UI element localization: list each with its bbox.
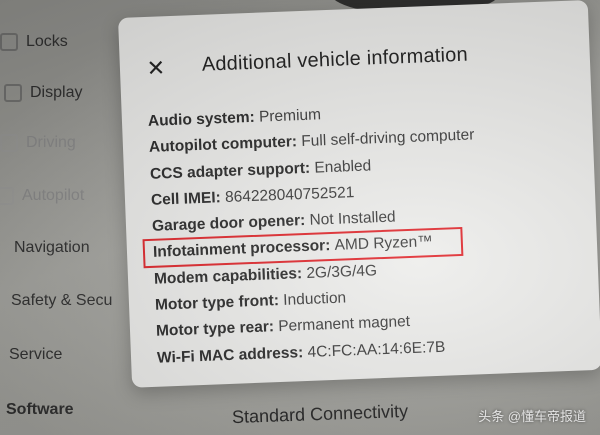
car-icon [0, 134, 18, 152]
info-value: 864228040752521 [224, 183, 355, 206]
info-value: Induction [282, 289, 347, 309]
display-icon [4, 84, 22, 102]
close-icon[interactable]: ✕ [144, 55, 169, 81]
menu-item-label: Driving [26, 134, 76, 151]
menu-item-label: Service [9, 346, 63, 363]
menu-item-label: Display [30, 84, 83, 101]
info-label: Motor type rear: [155, 318, 279, 341]
menu-item-display[interactable]: Display [4, 84, 82, 102]
menu-item-label: Navigation [14, 239, 90, 256]
watermark: 头条 @懂车帝报道 [478, 409, 586, 424]
menu-item-service[interactable]: Service [9, 346, 62, 364]
menu-item-label: Locks [26, 33, 68, 50]
menu-item-safety-security[interactable]: Safety & Secu [11, 292, 112, 310]
connectivity-heading: Standard Connectivity [231, 400, 409, 428]
menu-item-driving[interactable]: Driving [0, 134, 76, 152]
info-value: AMD Ryzen™ [334, 233, 434, 255]
info-label: Infotainment processor: [152, 237, 335, 262]
menu-item-label: Autopilot [22, 187, 85, 204]
info-label: Motor type front: [154, 291, 284, 314]
lock-icon [0, 33, 18, 51]
menu-item-locks[interactable]: Locks [0, 33, 68, 51]
info-value: Permanent magnet [277, 313, 411, 336]
steering-wheel-icon [0, 187, 14, 205]
menu-item-software[interactable]: Software [6, 401, 74, 419]
vehicle-info-list: Audio system: Premium Autopilot computer… [148, 96, 588, 375]
info-value: Premium [258, 106, 322, 126]
dialog-title: Additional vehicle information [201, 43, 469, 76]
info-label: Audio system: [147, 108, 260, 130]
menu-item-navigation[interactable]: Navigation [14, 239, 90, 257]
vehicle-info-dialog: ✕ Additional vehicle information Audio s… [118, 0, 600, 388]
info-label: Cell IMEI: [150, 188, 226, 209]
menu-item-label: Software [6, 401, 74, 418]
menu-item-autopilot[interactable]: Autopilot [0, 187, 84, 205]
tesla-settings-screen: Locks Display Driving Autopilot Navigati… [0, 0, 600, 435]
info-value: Not Installed [309, 208, 396, 229]
menu-item-label: Safety & Secu [11, 292, 113, 309]
info-value: Enabled [314, 156, 372, 177]
info-value: 2G/3G/4G [306, 262, 378, 282]
